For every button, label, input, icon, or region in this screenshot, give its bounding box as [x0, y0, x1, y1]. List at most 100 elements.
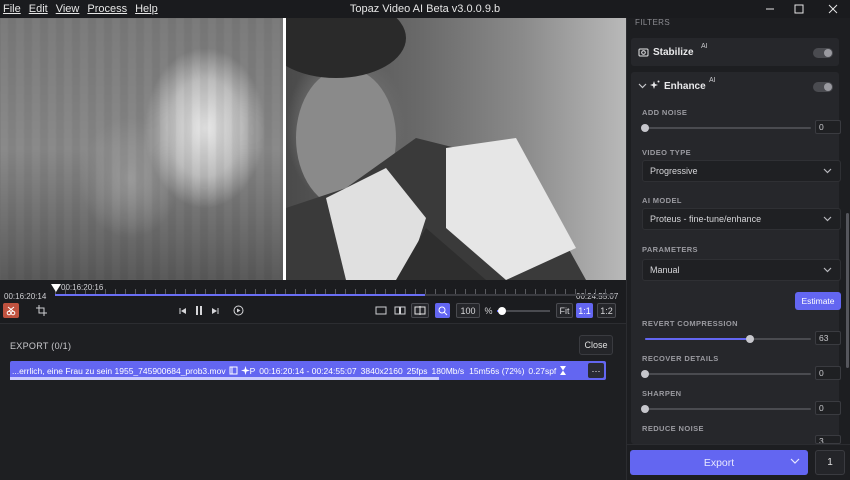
export-button-label: Export	[703, 456, 735, 469]
sharpen-label: SHARPEN	[642, 389, 682, 398]
export-range: 00:16:20:14 - 00:24:55:07	[259, 365, 357, 376]
enhance-ai-sup: AI	[709, 77, 716, 84]
split-view-button[interactable]	[411, 303, 429, 318]
revert-compression-slider[interactable]	[645, 335, 811, 343]
export-progress-bar	[10, 377, 440, 380]
previous-frame-button[interactable]	[176, 303, 190, 318]
panel-scrollbar[interactable]	[846, 213, 849, 368]
export-queue-header: EXPORT (0/1)	[10, 341, 72, 351]
pause-icon	[196, 306, 202, 315]
zoom-slider-knob[interactable]	[498, 307, 507, 315]
export-row-more-button[interactable]: ···	[588, 363, 604, 378]
single-view-icon	[375, 306, 387, 315]
export-filename: ...errlich, eine Frau zu sein 1955_74590…	[12, 365, 226, 376]
crop-button[interactable]	[33, 303, 49, 318]
export-settings-icon	[226, 366, 241, 375]
export-button[interactable]: Export	[630, 450, 808, 475]
menu-process[interactable]: Process	[87, 3, 127, 15]
single-view-button[interactable]	[373, 303, 389, 318]
side-by-side-icon	[394, 306, 406, 315]
sharpen-input[interactable]: 0	[815, 401, 841, 415]
add-noise-input[interactable]: 0	[815, 120, 841, 134]
reduce-noise-label: REDUCE NOISE	[642, 424, 704, 433]
add-noise-label: ADD NOISE	[642, 108, 688, 117]
ratio-1-2-button[interactable]: 1:2	[597, 303, 616, 318]
video-type-value: Progressive	[650, 166, 698, 176]
enhance-toggle[interactable]	[813, 82, 833, 92]
filters-panel: FILTERS Stabilize AI Enhance AI ADD NOIS…	[626, 18, 850, 480]
menu-help[interactable]: Help	[135, 3, 158, 15]
sharpen-slider-knob[interactable]	[641, 405, 649, 413]
hourglass-icon	[559, 366, 567, 375]
add-noise-slider-knob[interactable]	[641, 124, 649, 132]
export-eta: 15m56s (72%)	[469, 365, 525, 376]
ratio-1-1-button[interactable]: 1:1	[576, 303, 593, 318]
side-by-side-button[interactable]	[392, 303, 408, 318]
maximize-icon	[794, 4, 804, 14]
revert-compression-input[interactable]: 63	[815, 331, 841, 345]
close-queue-button[interactable]: Close	[579, 335, 613, 355]
export-bitrate: 180Mb/s	[431, 365, 465, 376]
recover-details-label: RECOVER DETAILS	[642, 354, 719, 363]
close-window-button[interactable]	[818, 0, 848, 18]
fit-button[interactable]: Fit	[556, 303, 573, 318]
export-count-input[interactable]: 1	[815, 450, 845, 475]
stabilize-title: Stabilize	[653, 47, 694, 58]
chevron-down-icon	[823, 265, 832, 274]
recover-details-slider[interactable]	[641, 370, 811, 378]
recover-details-slider-knob[interactable]	[641, 370, 649, 378]
chevron-down-icon	[823, 214, 832, 223]
close-icon	[828, 4, 838, 14]
menu-view[interactable]: View	[56, 3, 80, 15]
zoom-button[interactable]	[435, 303, 450, 318]
pause-button[interactable]	[192, 303, 206, 318]
menu-edit[interactable]: Edit	[29, 3, 48, 15]
export-model-tag: P	[249, 365, 256, 376]
filters-header: FILTERS	[635, 18, 671, 27]
zoom-input[interactable]: 100	[456, 303, 480, 318]
estimate-button[interactable]: Estimate	[795, 292, 841, 310]
playhead-marker[interactable]	[51, 284, 61, 292]
sharpen-slider[interactable]	[641, 405, 811, 413]
menu-bar: File Edit View Process Help	[0, 3, 158, 15]
sparkle-icon	[649, 80, 660, 91]
parameters-select[interactable]: Manual	[642, 259, 841, 281]
zoom-unit: %	[484, 305, 493, 316]
video-type-select[interactable]: Progressive	[642, 160, 841, 182]
ai-model-value: Proteus - fine-tune/enhance	[650, 214, 762, 224]
chevron-down-icon[interactable]	[790, 456, 800, 466]
cut-button[interactable]	[3, 303, 19, 318]
zoom-slider[interactable]	[497, 307, 550, 315]
ai-model-label: AI MODEL	[642, 196, 682, 205]
stabilize-ai-sup: AI	[701, 43, 708, 50]
video-preview[interactable]	[0, 18, 626, 280]
enhanced-frame-image	[286, 18, 586, 280]
loop-button[interactable]	[231, 303, 245, 318]
loop-icon	[233, 305, 243, 316]
comparison-split-handle[interactable]	[283, 18, 286, 280]
minimize-icon	[766, 8, 774, 10]
reduce-noise-input[interactable]: 3	[815, 435, 841, 444]
chevron-down-icon[interactable]	[638, 81, 647, 90]
stabilize-icon	[638, 47, 649, 58]
crop-icon	[35, 305, 47, 316]
split-view-icon	[414, 306, 426, 315]
stabilize-card: Stabilize AI	[631, 38, 839, 66]
parameters-label: PARAMETERS	[642, 245, 698, 254]
timeline[interactable]: 00:16:20:14 00:16:20:16 00:24:55:07 100 …	[0, 280, 626, 324]
sparkle-icon	[240, 366, 250, 375]
title-bar: File Edit View Process Help Topaz Video …	[0, 0, 850, 18]
minimize-button[interactable]	[755, 0, 785, 18]
add-noise-slider[interactable]	[641, 124, 811, 132]
stabilize-toggle[interactable]	[813, 48, 833, 58]
revert-compression-slider-knob[interactable]	[745, 335, 754, 343]
enhanced-frame	[286, 18, 626, 280]
maximize-button[interactable]	[784, 0, 814, 18]
ai-model-select[interactable]: Proteus - fine-tune/enhance	[642, 208, 841, 230]
next-frame-button[interactable]	[208, 303, 222, 318]
menu-file[interactable]: File	[3, 3, 21, 15]
enhance-title: Enhance	[664, 81, 706, 92]
export-footer: Export 1	[627, 444, 850, 480]
export-resolution: 3840x2160	[360, 365, 403, 376]
recover-details-input[interactable]: 0	[815, 366, 841, 380]
